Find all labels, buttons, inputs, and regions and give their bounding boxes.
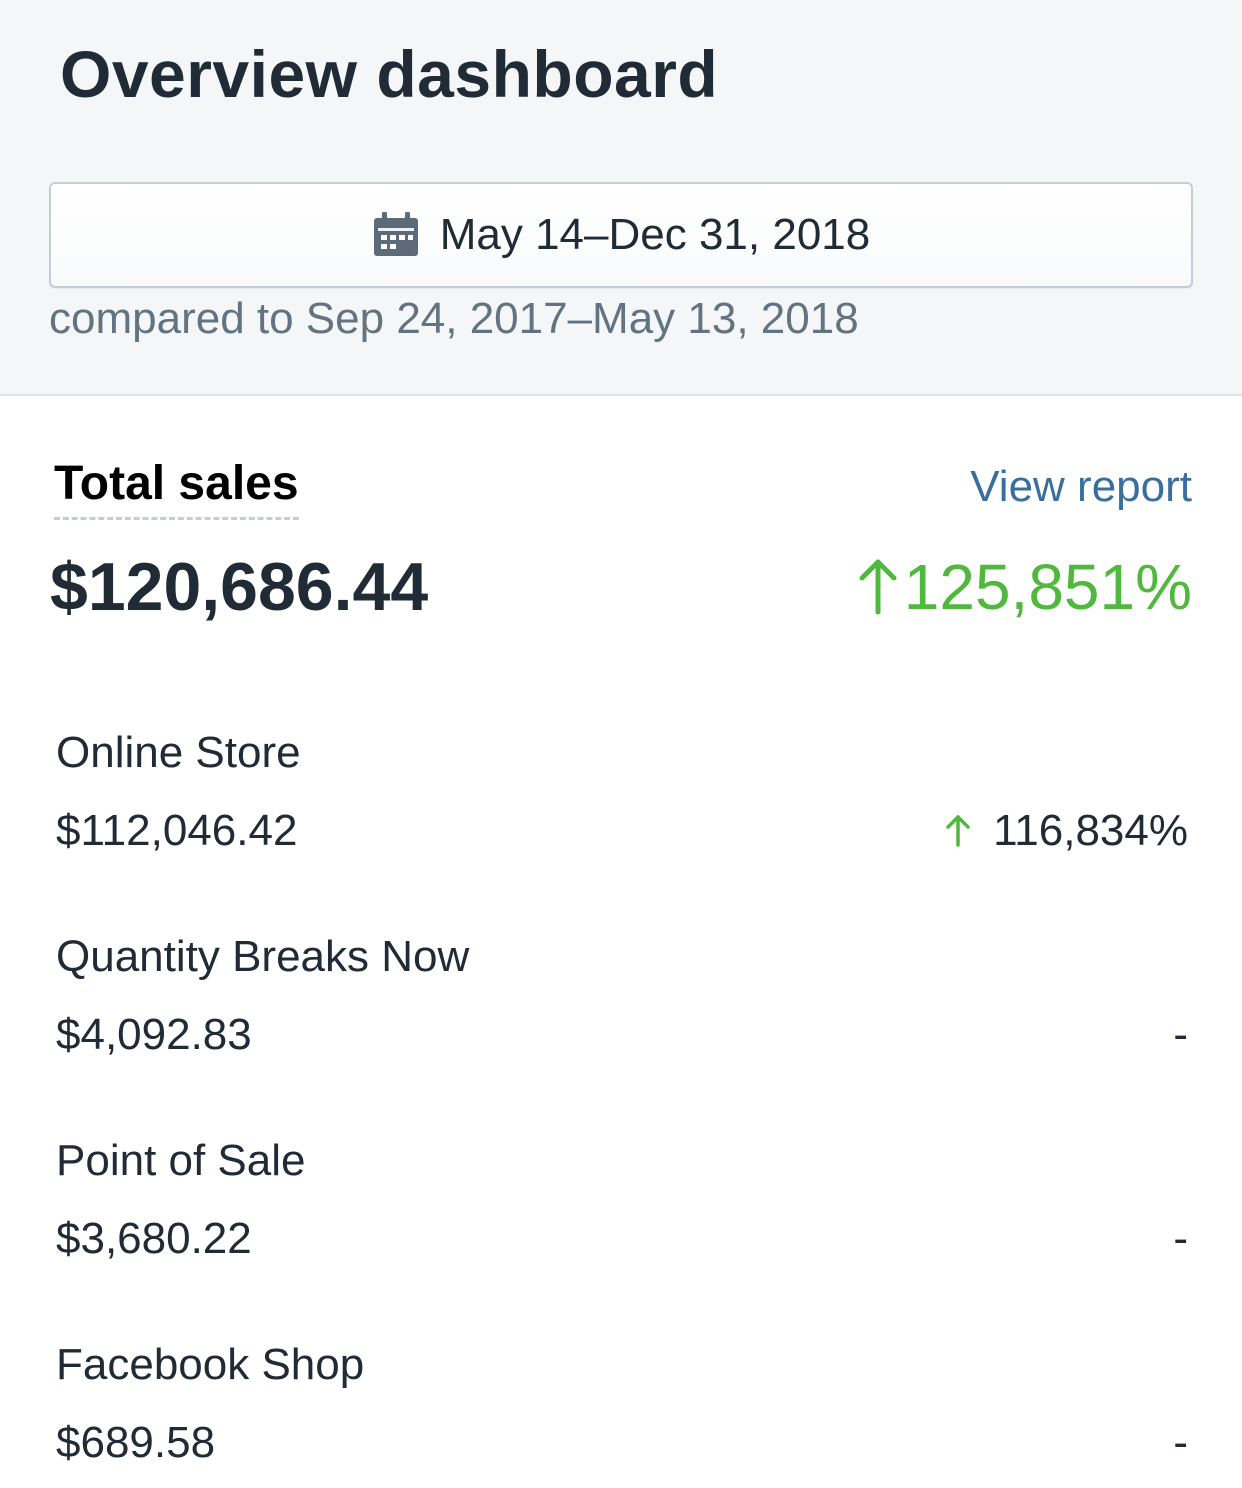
header-section: Overview dashboard May 14–Dec 31, 2018 c… bbox=[0, 0, 1242, 396]
calendar-icon bbox=[372, 212, 420, 258]
date-range-button[interactable]: May 14–Dec 31, 2018 bbox=[49, 182, 1193, 288]
channel-change-value: - bbox=[1173, 1010, 1188, 1059]
date-range-label: May 14–Dec 31, 2018 bbox=[439, 210, 871, 259]
view-report-link[interactable]: View report bbox=[970, 462, 1192, 512]
channel-change-value: - bbox=[1173, 1418, 1188, 1467]
channel-name: Online Store bbox=[56, 728, 301, 777]
channel-value: $3,680.22 bbox=[56, 1214, 252, 1263]
arrow-up-icon bbox=[946, 815, 970, 847]
channel-change-value: 116,834% bbox=[993, 806, 1188, 855]
arrow-up-icon bbox=[859, 559, 897, 615]
channel-change: - bbox=[1173, 1418, 1188, 1468]
comparison-text: compared to Sep 24, 2017–May 13, 2018 bbox=[49, 294, 859, 343]
channel-name: Facebook Shop bbox=[56, 1340, 365, 1389]
channel-name: Point of Sale bbox=[56, 1136, 306, 1185]
channel-value: $4,092.83 bbox=[56, 1010, 252, 1059]
channel-change: 116,834% bbox=[945, 806, 1188, 856]
channel-name: Quantity Breaks Now bbox=[56, 932, 470, 981]
total-sales-label[interactable]: Total sales bbox=[54, 456, 299, 520]
total-sales-card: Total sales View report $120,686.44 125,… bbox=[0, 398, 1242, 1488]
channel-value: $689.58 bbox=[56, 1418, 216, 1467]
channel-change: - bbox=[1173, 1010, 1188, 1060]
channel-change-value: - bbox=[1173, 1214, 1188, 1263]
channel-value: $112,046.42 bbox=[56, 806, 298, 855]
page-title: Overview dashboard bbox=[60, 37, 719, 111]
channel-change: - bbox=[1173, 1214, 1188, 1264]
total-sales-change: 125,851% bbox=[856, 550, 1192, 624]
total-sales-change-value: 125,851% bbox=[903, 551, 1192, 623]
total-sales-value: $120,686.44 bbox=[50, 549, 429, 625]
